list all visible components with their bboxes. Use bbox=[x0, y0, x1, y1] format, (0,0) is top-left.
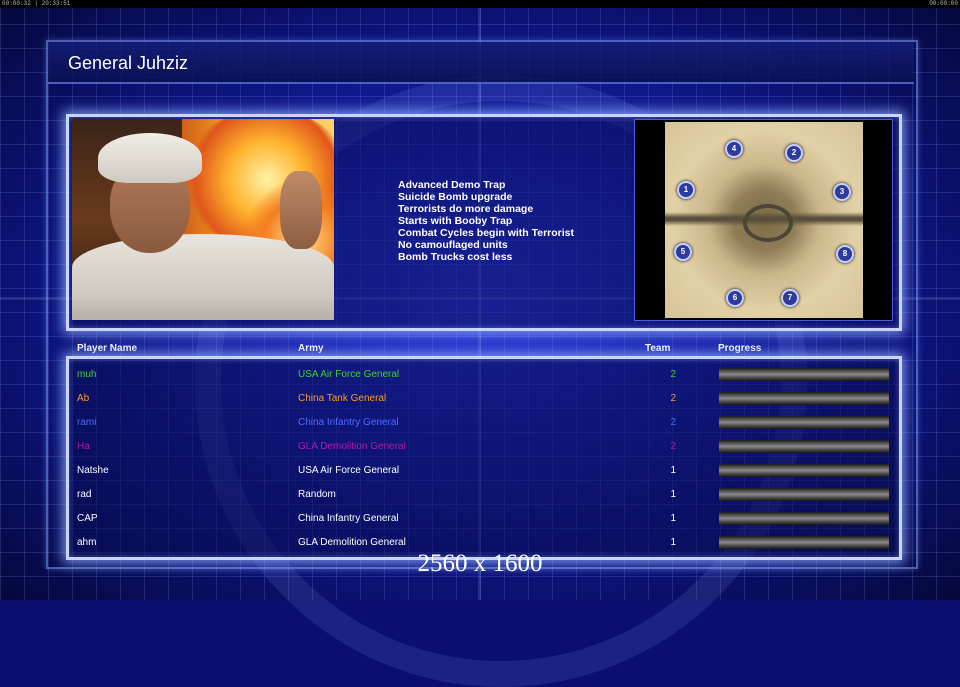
player-progress-bar bbox=[719, 368, 889, 381]
player-army: China Tank General bbox=[298, 393, 387, 404]
player-name: Natshe bbox=[77, 465, 109, 476]
trait-item: Advanced Demo Trap bbox=[398, 179, 506, 191]
general-portrait bbox=[72, 119, 334, 320]
player-team: 2 bbox=[670, 441, 676, 452]
player-army: China Infantry General bbox=[298, 417, 399, 428]
trait-item: No camouflaged units bbox=[398, 239, 508, 251]
map-center-basin bbox=[743, 204, 793, 242]
player-row: Natshe USA Air Force General 1 bbox=[0, 458, 960, 482]
player-name: ahm bbox=[77, 537, 97, 548]
player-name: CAP bbox=[77, 513, 98, 524]
player-name: muh bbox=[77, 369, 97, 380]
column-header-army: Army bbox=[298, 343, 324, 354]
player-row: rad Random 1 bbox=[0, 482, 960, 506]
player-progress-bar bbox=[719, 512, 889, 525]
start-position-8: 8 bbox=[836, 245, 854, 263]
player-team: 2 bbox=[670, 369, 676, 380]
player-row: muh USA Air Force General 2 bbox=[0, 362, 960, 386]
player-army: Random bbox=[298, 489, 336, 500]
player-name: rami bbox=[77, 417, 97, 428]
player-row: rami China Infantry General 2 bbox=[0, 410, 960, 434]
player-progress-bar bbox=[719, 416, 889, 429]
top-status-bar: 00:00:32 | 20:33:51 00:00:00 bbox=[0, 0, 960, 8]
player-progress-bar bbox=[719, 488, 889, 501]
portrait-hand bbox=[280, 171, 322, 249]
player-name: Ha bbox=[77, 441, 90, 452]
player-team: 2 bbox=[670, 393, 676, 404]
start-position-3: 3 bbox=[833, 183, 851, 201]
player-progress-bar bbox=[719, 392, 889, 405]
player-progress-bar bbox=[719, 440, 889, 453]
map-preview: 1 2 3 4 5 6 7 8 bbox=[634, 119, 893, 321]
trait-item: Combat Cycles begin with Terrorist bbox=[398, 227, 575, 239]
start-position-4: 4 bbox=[725, 140, 743, 158]
column-header-progress: Progress bbox=[718, 343, 762, 354]
start-position-5: 5 bbox=[674, 243, 692, 261]
player-name: Ab bbox=[77, 393, 90, 404]
resolution-caption: 2560 x 1600 bbox=[417, 550, 543, 577]
player-team: 1 bbox=[670, 537, 676, 548]
game-timer: 00:00:00 bbox=[929, 0, 958, 7]
player-team: 1 bbox=[670, 513, 676, 524]
player-row: Ha GLA Demolition General 2 bbox=[0, 434, 960, 458]
player-army: USA Air Force General bbox=[298, 465, 400, 476]
player-team: 1 bbox=[670, 489, 676, 500]
portrait-headwrap bbox=[98, 133, 202, 183]
player-army: USA Air Force General bbox=[298, 369, 400, 380]
trait-item: Terrorists do more damage bbox=[398, 203, 534, 215]
player-progress-bar bbox=[719, 464, 889, 477]
start-position-2: 2 bbox=[785, 144, 803, 162]
elapsed-clock: 00:00:32 | 20:33:51 bbox=[2, 0, 71, 7]
player-team: 2 bbox=[670, 417, 676, 428]
start-position-6: 6 bbox=[726, 289, 744, 307]
player-army: GLA Demolition General bbox=[298, 441, 406, 452]
general-title: General Juhziz bbox=[68, 53, 189, 73]
trait-item: Suicide Bomb upgrade bbox=[398, 191, 513, 203]
player-army: China Infantry General bbox=[298, 513, 399, 524]
column-header-player-name: Player Name bbox=[77, 343, 138, 354]
column-header-team: Team bbox=[645, 343, 671, 354]
player-name: rad bbox=[77, 489, 92, 500]
header-bar: General Juhziz bbox=[48, 42, 914, 84]
trait-item: Bomb Trucks cost less bbox=[398, 251, 513, 263]
trait-item: Starts with Booby Trap bbox=[398, 215, 513, 227]
player-progress-bar bbox=[719, 536, 889, 549]
general-traits-list: Advanced Demo Trap Suicide Bomb upgrade … bbox=[398, 179, 574, 263]
start-position-7: 7 bbox=[781, 289, 799, 307]
player-row: Ab China Tank General 2 bbox=[0, 386, 960, 410]
start-position-1: 1 bbox=[677, 181, 695, 199]
player-army: GLA Demolition General bbox=[298, 537, 406, 548]
player-team: 1 bbox=[670, 465, 676, 476]
player-row: CAP China Infantry General 1 bbox=[0, 506, 960, 530]
